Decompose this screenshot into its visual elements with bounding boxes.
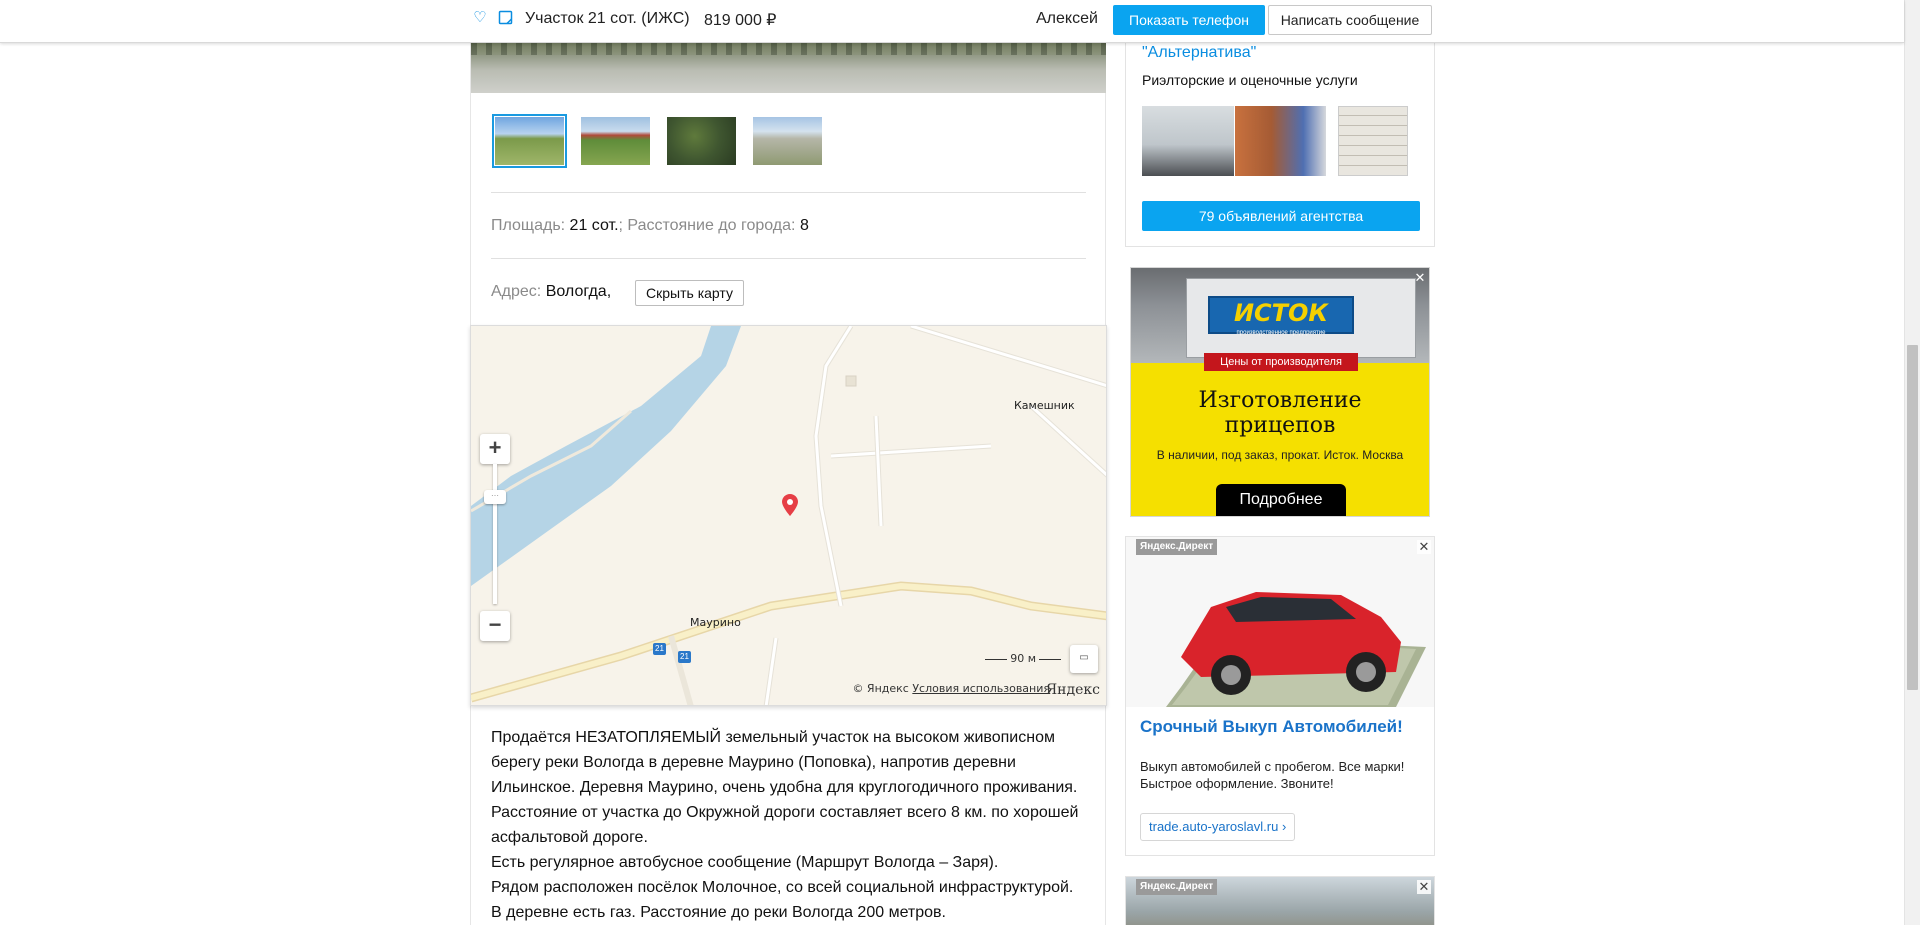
agency-photo[interactable] — [1235, 106, 1326, 176]
ad-more-button[interactable]: Подробнее — [1216, 484, 1346, 516]
listing-title: Участок 21 сот. (ИЖС) — [525, 10, 690, 27]
listing-main: Площадь: 21 сот.; Расстояние до города: … — [470, 0, 1107, 925]
listing-params: Площадь: 21 сот.; Расстояние до города: … — [491, 217, 809, 235]
map-scale: 90 м — [985, 652, 1061, 665]
road-sign-icon: 21 — [678, 651, 691, 663]
yandex-logo[interactable]: Яндекс — [1046, 682, 1100, 698]
map-place-label: Камешник — [1014, 399, 1075, 412]
ad-headline-link[interactable]: Срочный Выкуп Автомобилей! — [1140, 717, 1403, 737]
seller-name[interactable]: Алексей — [1036, 10, 1098, 28]
close-icon[interactable]: ✕ — [1417, 540, 1431, 554]
agency-photo[interactable] — [1338, 106, 1408, 176]
ad-domain-link[interactable]: trade.auto-yaroslavl.ru › — [1140, 813, 1296, 841]
heart-icon[interactable]: ♡ — [472, 10, 488, 26]
ad-subtext: В наличии, под заказ, прокат. Исток. Мос… — [1156, 448, 1404, 462]
map-place-label: Маурино — [690, 616, 741, 629]
zoom-in-button[interactable]: + — [480, 434, 510, 464]
direct-ad-card[interactable]: Яндекс.Директ ✕ — [1125, 876, 1435, 925]
ad-headline-line: прицепов — [1224, 413, 1336, 438]
photo-thumbnail[interactable] — [750, 114, 825, 168]
ad-body-text: Выкуп автомобилей с пробегом. Все марки!… — [1140, 759, 1405, 791]
zoom-out-button[interactable]: − — [480, 611, 510, 641]
close-icon[interactable]: ✕ — [1417, 880, 1431, 894]
istok-logo-sub: производственное предприятие — [1236, 330, 1326, 336]
listing-description: Продаётся НЕЗАТОПЛЯЕМЫЙ земельный участо… — [491, 725, 1091, 925]
photo-thumbnail[interactable] — [664, 114, 739, 168]
map-copyright: © Яндекс Условия использования — [852, 682, 1050, 695]
listing-address: Адрес: Вологда, — [491, 283, 611, 301]
close-icon[interactable]: ✕ — [1413, 271, 1427, 285]
area-value: 21 сот. — [569, 217, 619, 234]
divider — [491, 258, 1086, 259]
istok-ad-banner[interactable]: ИСТОК производственное предприятие Цены … — [1130, 267, 1430, 517]
minus-icon: − — [488, 612, 502, 637]
show-phone-button[interactable]: Показать телефон — [1113, 5, 1265, 35]
description-paragraph: В деревне есть газ. Расстояние до реки В… — [491, 904, 946, 921]
agency-ads-button[interactable]: 79 объявлений агентства — [1142, 201, 1420, 231]
map-terms-link[interactable]: Условия использования — [912, 682, 1050, 695]
note-icon[interactable] — [497, 10, 513, 26]
copyright-text: © Яндекс — [852, 682, 909, 695]
ad-headline: Изготовление прицепов — [1131, 388, 1429, 438]
photo-thumbnail[interactable] — [578, 114, 653, 168]
road-sign-icon: 21 — [653, 643, 666, 655]
sticky-header: ♡ Участок 21 сот. (ИЖС) 819 000 ₽ Алексе… — [0, 0, 1904, 43]
photo-thumbnail[interactable] — [492, 114, 567, 168]
description-paragraph: Есть регулярное автобусное сообщение (Ма… — [491, 854, 999, 871]
description-paragraph: Рядом расположен посёлок Молочное, со вс… — [491, 879, 1074, 896]
listing-price: 819 000 ₽ — [704, 12, 777, 29]
scrollbar-thumb[interactable] — [1907, 345, 1918, 690]
ad-car-image — [1126, 537, 1434, 707]
distance-label: Расстояние до города: — [627, 217, 796, 234]
photo-thumbnails — [492, 114, 1092, 190]
params-separator: ; — [618, 217, 623, 234]
direct-ad-card[interactable]: Яндекс.Директ ✕ Срочный Выкуп Автомобиле… — [1125, 536, 1435, 856]
istok-logo: ИСТОК — [1208, 296, 1354, 334]
address-value: Вологда, — [545, 283, 612, 300]
scale-label: 90 м — [1010, 652, 1036, 665]
agency-kind: Риэлторские и оценочные услуги — [1142, 72, 1358, 88]
map-pin-icon[interactable] — [782, 494, 798, 521]
hide-map-button[interactable]: Скрыть карту — [635, 280, 744, 306]
agency-name-link[interactable]: "Альтернатива" — [1142, 44, 1256, 62]
write-message-button[interactable]: Написать сообщение — [1268, 5, 1432, 35]
distance-value: 8 — [799, 217, 809, 234]
description-paragraph: Продаётся НЕЗАТОПЛЯЕМЫЙ земельный участо… — [491, 729, 1078, 796]
yandex-direct-badge[interactable]: Яндекс.Директ — [1136, 539, 1218, 555]
yandex-direct-badge[interactable]: Яндекс.Директ — [1136, 879, 1218, 895]
zoom-slider-handle[interactable]: ⋯ — [484, 490, 506, 504]
zoom-slider-track[interactable] — [493, 464, 497, 604]
address-label: Адрес: — [491, 283, 542, 300]
ad-ribbon: Цены от производителя — [1204, 353, 1358, 371]
description-paragraph: Расстояние от участка до Окружной дороги… — [491, 804, 1079, 846]
yandex-map[interactable]: Камешник Маурино 21 21 + ⋯ − 90 м ▭ © Ян… — [470, 325, 1107, 706]
divider — [491, 192, 1086, 193]
ad-headline-line: Изготовление — [1198, 388, 1362, 413]
ruler-icon[interactable]: ▭ — [1070, 645, 1098, 673]
page-scrollbar[interactable] — [1904, 0, 1920, 925]
agency-photo[interactable] — [1142, 106, 1234, 176]
plus-icon: + — [488, 435, 502, 460]
area-label: Площадь: — [491, 217, 566, 234]
